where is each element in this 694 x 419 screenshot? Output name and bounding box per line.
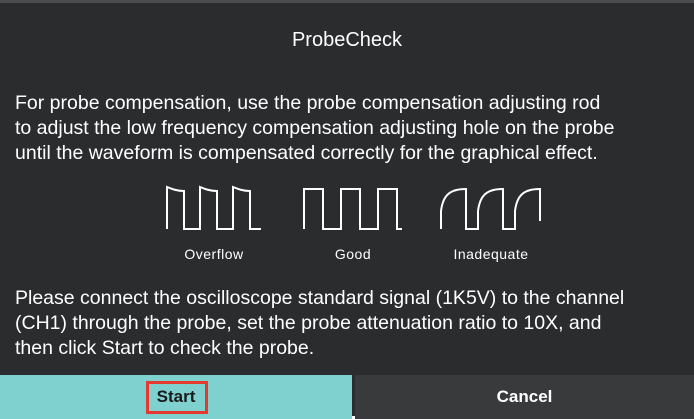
probe-check-dialog: ProbeCheck For probe compensation, use t…	[0, 0, 694, 419]
instruction-line: until the waveform is compensated correc…	[15, 142, 598, 164]
instruction-text: For probe compensation, use the probe co…	[15, 91, 685, 166]
instruction-line: For probe compensation, use the probe co…	[15, 92, 601, 114]
connect-line: (CH1) through the probe, set the probe a…	[15, 312, 602, 334]
start-button-label: Start	[156, 387, 196, 406]
undercompensated-square-wave-icon	[440, 181, 544, 233]
waveform-label-overflow: Overflow	[184, 246, 244, 262]
overcompensated-square-wave-icon	[166, 181, 262, 233]
connect-line: then click Start to check the probe.	[15, 337, 315, 359]
waveform-label-inadequate: Inadequate	[453, 246, 529, 262]
start-button[interactable]: Start	[0, 375, 352, 419]
square-wave-icon	[303, 181, 403, 233]
connect-line: Please connect the oscilloscope standard…	[15, 287, 625, 309]
waveform-label-good: Good	[334, 246, 372, 262]
instruction-line: to adjust the low frequency compensation…	[15, 117, 615, 139]
connect-instructions: Please connect the oscilloscope standard…	[15, 286, 685, 361]
dialog-title: ProbeCheck	[291, 29, 403, 51]
cancel-button[interactable]: Cancel	[355, 375, 694, 419]
